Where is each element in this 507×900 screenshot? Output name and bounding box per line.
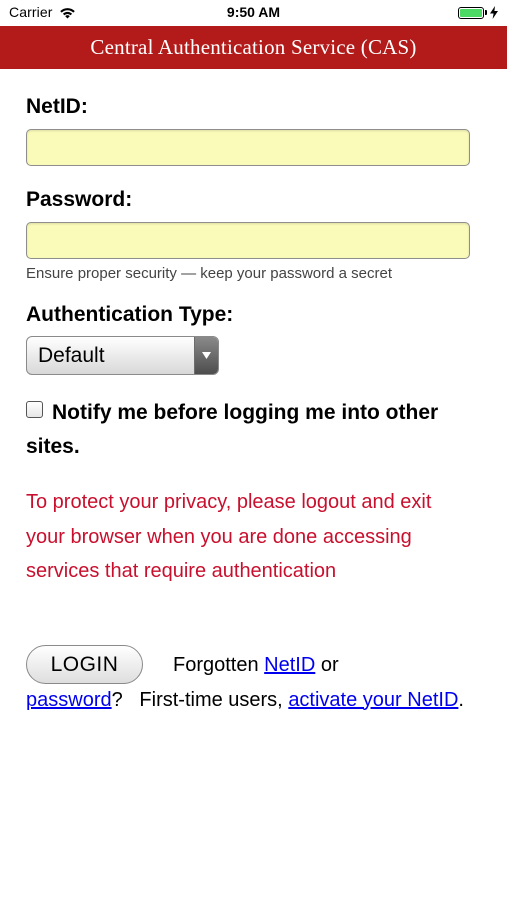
status-time: 9:50 AM (226, 4, 281, 20)
netid-label: NetID: (26, 95, 88, 118)
battery-icon (458, 6, 484, 19)
activate-netid-link[interactable]: activate your NetID (288, 689, 458, 711)
netid-input[interactable] (26, 129, 470, 166)
password-help-link[interactable]: password (26, 689, 112, 711)
chevron-down-icon (194, 337, 218, 374)
auth-type-label: Authentication Type: (26, 303, 234, 326)
battery-fill (460, 8, 482, 17)
end-period: . (458, 688, 464, 711)
notify-checkbox[interactable] (26, 401, 43, 418)
notify-checkbox-row: Notify me before logging me into other s… (26, 396, 476, 464)
password-label: Password: (26, 188, 133, 211)
help-text: Forgotten NetID or password? First-time … (26, 648, 476, 717)
or-text: or (320, 654, 339, 676)
charging-bolt-icon (490, 6, 498, 19)
auth-type-select[interactable]: Default (26, 336, 219, 375)
forgotten-text: Forgotten (173, 654, 259, 676)
first-time-text: ? First-time users, (111, 688, 283, 711)
privacy-note: To protect your privacy, please logout a… (26, 491, 432, 582)
auth-type-selected-value: Default (38, 343, 105, 367)
status-bar: Carrier 9:50 AM (0, 0, 507, 26)
password-hint: Ensure proper security — keep your passw… (26, 265, 392, 282)
cas-header: Central Authentication Service (CAS) (0, 26, 507, 69)
password-input[interactable] (26, 222, 470, 259)
battery-cap (485, 10, 487, 15)
netid-help-link[interactable]: NetID (264, 654, 315, 676)
notify-label: Notify me before logging me into other s… (26, 401, 439, 458)
battery-group (458, 6, 498, 19)
